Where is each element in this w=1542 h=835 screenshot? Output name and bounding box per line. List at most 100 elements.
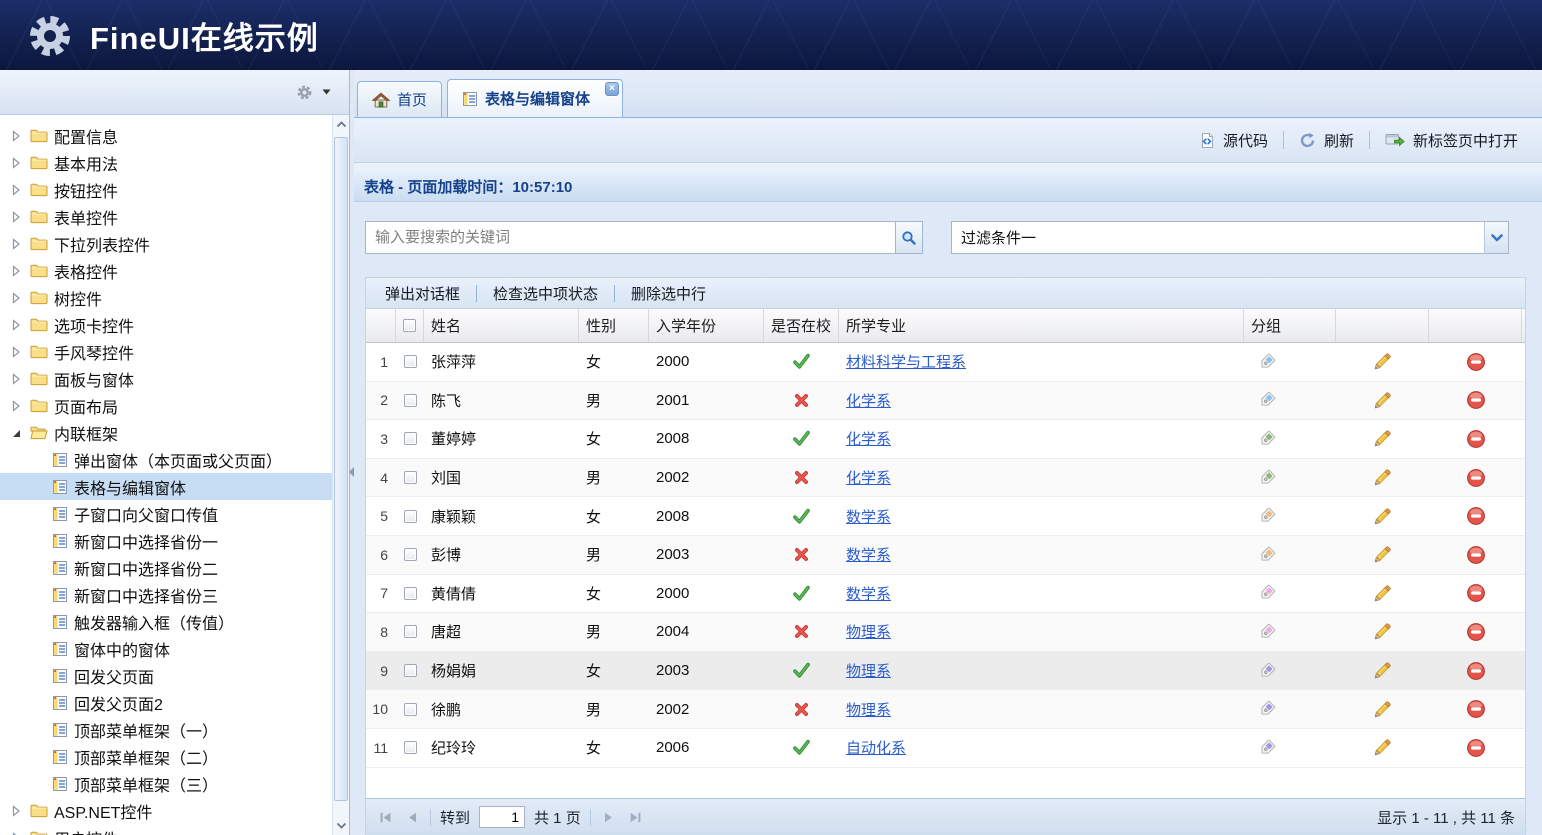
row-checkbox[interactable]	[404, 664, 417, 677]
tree-leaf[interactable]: 回发父页面2	[0, 689, 349, 716]
tree-leaf[interactable]: 弹出窗体（本页面或父页面）	[0, 446, 349, 473]
expand-arrow-icon[interactable]	[8, 211, 24, 223]
edit-pencil-icon[interactable]	[1373, 507, 1392, 526]
tree-node[interactable]: 表格控件	[0, 257, 349, 284]
major-link[interactable]: 物理系	[846, 621, 891, 642]
tag-icon[interactable]	[1257, 506, 1277, 526]
table-row[interactable]: 11纪玲玲女2006自动化系	[366, 729, 1525, 768]
filter-dropdown[interactable]: 过滤条件一	[951, 221, 1509, 254]
delete-icon[interactable]	[1466, 506, 1486, 526]
row-checkbox[interactable]	[404, 548, 417, 561]
tree-node[interactable]: ASP.NET控件	[0, 797, 349, 824]
major-link[interactable]: 数学系	[846, 544, 891, 565]
major-link[interactable]: 材料科学与工程系	[846, 351, 966, 372]
delete-icon[interactable]	[1466, 699, 1486, 719]
sidebar-scrollbar[interactable]	[332, 115, 349, 835]
row-checkbox[interactable]	[404, 587, 417, 600]
tag-icon[interactable]	[1257, 429, 1277, 449]
edit-pencil-icon[interactable]	[1373, 584, 1392, 603]
major-link[interactable]: 数学系	[846, 506, 891, 527]
settings-gear-icon[interactable]	[296, 84, 313, 101]
tree-node[interactable]: 按钮控件	[0, 176, 349, 203]
expand-arrow-icon[interactable]	[8, 130, 24, 142]
major-link[interactable]: 化学系	[846, 428, 891, 449]
expand-arrow-icon[interactable]	[8, 265, 24, 277]
tree-node[interactable]: 面板与窗体	[0, 365, 349, 392]
table-row[interactable]: 5康颖颖女2008数学系	[366, 497, 1525, 536]
tab-grid-edit-window[interactable]: 表格与编辑窗体 ×	[447, 79, 623, 117]
table-row[interactable]: 3董婷婷女2008化学系	[366, 420, 1525, 459]
tree-leaf[interactable]: 窗体中的窗体	[0, 635, 349, 662]
table-row[interactable]: 6彭博男2003数学系	[366, 536, 1525, 575]
row-checkbox[interactable]	[404, 394, 417, 407]
tree-node[interactable]: 页面布局	[0, 392, 349, 419]
tag-icon[interactable]	[1257, 661, 1277, 681]
table-row[interactable]: 1张萍萍女2000材料科学与工程系	[366, 343, 1525, 382]
edit-pencil-icon[interactable]	[1373, 661, 1392, 680]
table-row[interactable]: 8唐超男2004物理系	[366, 613, 1525, 652]
tag-icon[interactable]	[1257, 738, 1277, 758]
tree-node[interactable]: 选项卡控件	[0, 311, 349, 338]
chevron-down-icon[interactable]	[1484, 222, 1508, 253]
prev-page-icon[interactable]	[403, 808, 421, 826]
row-checkbox[interactable]	[404, 471, 417, 484]
scroll-up-icon[interactable]	[333, 116, 349, 133]
table-row[interactable]: 4刘国男2002化学系	[366, 459, 1525, 498]
tag-icon[interactable]	[1257, 622, 1277, 642]
column-header-group[interactable]: 分组	[1244, 309, 1336, 342]
delete-icon[interactable]	[1466, 545, 1486, 565]
major-link[interactable]: 物理系	[846, 660, 891, 681]
tree-node[interactable]: 下拉列表控件	[0, 230, 349, 257]
major-link[interactable]: 物理系	[846, 699, 891, 720]
edit-pencil-icon[interactable]	[1373, 352, 1392, 371]
first-page-icon[interactable]	[376, 808, 394, 826]
close-tab-icon[interactable]: ×	[605, 82, 619, 96]
expand-arrow-icon[interactable]	[8, 805, 24, 817]
next-page-icon[interactable]	[600, 808, 618, 826]
row-checkbox[interactable]	[404, 703, 417, 716]
edit-pencil-icon[interactable]	[1373, 622, 1392, 641]
tree-node[interactable]: 用户控件	[0, 824, 349, 835]
tree-leaf[interactable]: 回发父页面	[0, 662, 349, 689]
tree-node[interactable]: 配置信息	[0, 122, 349, 149]
tree-leaf[interactable]: 新窗口中选择省份二	[0, 554, 349, 581]
tree-leaf[interactable]: 触发器输入框（传值）	[0, 608, 349, 635]
delete-rows-button[interactable]: 删除选中行	[617, 279, 720, 308]
major-link[interactable]: 化学系	[846, 390, 891, 411]
tag-icon[interactable]	[1257, 390, 1277, 410]
open-dialog-button[interactable]: 弹出对话框	[371, 279, 474, 308]
expand-arrow-icon[interactable]	[8, 400, 24, 412]
row-checkbox[interactable]	[404, 432, 417, 445]
column-header-year[interactable]: 入学年份	[649, 309, 764, 342]
table-row[interactable]: 2陈飞男2001化学系	[366, 382, 1525, 421]
tag-icon[interactable]	[1257, 583, 1277, 603]
column-header-name[interactable]: 姓名	[424, 309, 579, 342]
tree-node[interactable]: 表单控件	[0, 203, 349, 230]
page-number-input[interactable]	[479, 806, 525, 828]
tree-leaf[interactable]: 顶部菜单框架（二）	[0, 743, 349, 770]
row-checkbox[interactable]	[404, 510, 417, 523]
delete-icon[interactable]	[1466, 738, 1486, 758]
tree-node[interactable]: 基本用法	[0, 149, 349, 176]
row-checkbox[interactable]	[404, 355, 417, 368]
tree-node[interactable]: 手风琴控件	[0, 338, 349, 365]
select-all-checkbox[interactable]	[403, 319, 416, 332]
major-link[interactable]: 数学系	[846, 583, 891, 604]
major-link[interactable]: 化学系	[846, 467, 891, 488]
expand-arrow-icon[interactable]	[8, 319, 24, 331]
tree-leaf[interactable]: 顶部菜单框架（三）	[0, 770, 349, 797]
tree-node[interactable]: 树控件	[0, 284, 349, 311]
delete-icon[interactable]	[1466, 468, 1486, 488]
delete-icon[interactable]	[1466, 429, 1486, 449]
tree-leaf[interactable]: 子窗口向父窗口传值	[0, 500, 349, 527]
expand-arrow-icon[interactable]	[8, 292, 24, 304]
edit-pencil-icon[interactable]	[1373, 391, 1392, 410]
column-header-major[interactable]: 所学专业	[839, 309, 1244, 342]
scroll-down-icon[interactable]	[333, 817, 349, 834]
delete-icon[interactable]	[1466, 583, 1486, 603]
expand-arrow-icon[interactable]	[8, 157, 24, 169]
last-page-icon[interactable]	[627, 808, 645, 826]
tree-leaf[interactable]: 表格与编辑窗体	[0, 473, 349, 500]
search-button[interactable]	[895, 221, 923, 254]
source-code-button[interactable]: 源代码	[1187, 125, 1280, 156]
